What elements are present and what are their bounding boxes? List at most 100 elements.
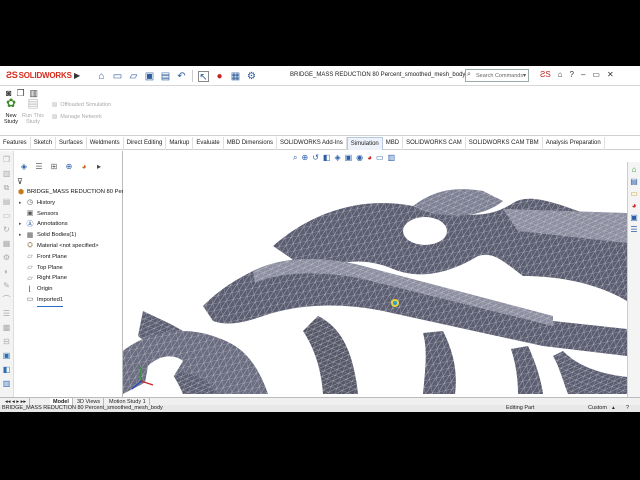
tree-item-front-plane[interactable]: ▱ Front Plane <box>16 252 122 263</box>
link-icon[interactable]: ⧉ <box>2 183 12 193</box>
custom-properties-icon[interactable]: ☰ <box>630 225 639 234</box>
save-icon[interactable]: ▣ <box>144 71 155 82</box>
appearances-icon[interactable]: ▣ <box>630 213 639 222</box>
zoom-fit-icon[interactable]: ⌕ <box>293 153 297 163</box>
solidworks-resources-icon[interactable]: ⌂ <box>630 165 639 174</box>
tree-item-solid-bodies[interactable]: ▸ ▦ Solid Bodies(1) <box>16 230 122 241</box>
more-tabs-icon[interactable]: ▸ <box>94 162 104 172</box>
run-study-button[interactable]: ▤ Run This Study <box>22 97 44 125</box>
options-icon[interactable]: ⚙ <box>246 71 257 82</box>
home-icon[interactable]: ⌂ <box>96 71 107 82</box>
render-icon[interactable]: ◐ <box>2 267 12 277</box>
chevron-down-icon[interactable]: ▾ <box>523 72 526 79</box>
tab-solidworks-cam[interactable]: SOLIDWORKS CAM <box>403 137 466 150</box>
menu-expand-arrow-icon[interactable]: ▶ <box>74 71 80 80</box>
tab-solidworks-add-ins[interactable]: SOLIDWORKS Add-Ins <box>277 137 347 150</box>
tab-markup[interactable]: Markup <box>166 137 194 150</box>
note-icon[interactable]: ☰ <box>2 309 12 319</box>
tab-mbd[interactable]: MBD <box>383 137 404 150</box>
expand-arrow-icon[interactable]: ▸ <box>19 198 22 209</box>
filter-icon[interactable]: ⊽ <box>17 177 23 186</box>
tree-item-sensors[interactable]: ▣ Sensors <box>16 209 122 220</box>
expand-arrow-icon[interactable]: ▸ <box>19 230 22 241</box>
view-settings-icon[interactable]: ▥ <box>388 153 396 163</box>
new-study-button[interactable]: ✿ New Study <box>2 97 20 125</box>
design-library-icon[interactable]: ▤ <box>630 177 639 186</box>
display-manager-tab-icon[interactable]: ◕ <box>79 162 89 172</box>
property-manager-tab-icon[interactable]: ☰ <box>34 162 44 172</box>
minimize-icon[interactable]: – <box>581 70 585 79</box>
settings-icon[interactable]: ⚙ <box>2 253 12 263</box>
view-palette-icon[interactable]: ◕ <box>630 201 639 210</box>
print-icon[interactable]: ▤ <box>160 71 171 82</box>
search-commands[interactable]: ⌕ Search Commands ▾ <box>465 69 529 82</box>
open-icon[interactable]: ▱ <box>128 71 139 82</box>
display-icon[interactable]: ◧ <box>2 365 12 375</box>
manage-network-button[interactable]: ▧ Manage Network <box>52 114 102 120</box>
config-manager-tab-icon[interactable]: ⊞ <box>49 162 59 172</box>
tree-root[interactable]: ⬢ BRIDGE_MASS REDUCTION 80 Percent <box>16 187 135 198</box>
tab-sketch[interactable]: Sketch <box>31 137 57 150</box>
tree-item-annotations[interactable]: ▸ Ⓐ Annotations <box>16 219 122 230</box>
tab-mbd-dimensions[interactable]: MBD Dimensions <box>224 137 278 150</box>
section-view-icon[interactable]: ◧ <box>323 153 331 163</box>
copy-icon[interactable]: ❐ <box>16 88 24 99</box>
expand-arrow-icon[interactable]: ▸ <box>19 219 22 230</box>
feature-tree-tab-icon[interactable]: ◈ <box>19 162 29 172</box>
tab-evaluate[interactable]: Evaluate <box>193 137 224 150</box>
tools-icon[interactable]: ✎ <box>2 281 12 291</box>
pick-highlight-marker[interactable] <box>391 299 399 307</box>
mesh-model-view[interactable] <box>123 151 627 394</box>
tree-item-imported1[interactable]: ▭ Imported1 <box>16 295 122 307</box>
ds-help-icon[interactable]: ƧS <box>540 70 551 79</box>
solidworks-logo[interactable]: ƧSSOLIDWORKS <box>6 70 72 80</box>
copy-icon[interactable]: ❐ <box>2 155 12 165</box>
tab-direct-editing[interactable]: Direct Editing <box>124 137 167 150</box>
view-orientation-icon[interactable]: ◈ <box>334 153 340 163</box>
restore-icon[interactable]: ▭ <box>592 70 600 79</box>
previous-view-icon[interactable]: ↺ <box>312 153 319 163</box>
tab-weldments[interactable]: Weldments <box>87 137 124 150</box>
close-icon[interactable]: ✕ <box>607 70 614 79</box>
help-status-icon[interactable]: ? <box>626 405 629 412</box>
shaded-view-icon[interactable]: ▣ <box>2 351 12 361</box>
tree-item-history[interactable]: ▸ ◷ History <box>16 198 122 209</box>
select-icon[interactable]: ↖ <box>198 70 209 83</box>
hide-show-icon[interactable]: ◉ <box>356 153 363 163</box>
status-editing: Editing Part <box>506 405 535 411</box>
section-icon[interactable]: ▥ <box>2 379 12 389</box>
help-icon[interactable]: ? <box>570 70 574 79</box>
dim-xpert-tab-icon[interactable]: ⊕ <box>64 162 74 172</box>
layers-icon[interactable]: ▤ <box>2 197 12 207</box>
display-style-icon[interactable]: ▣ <box>345 153 353 163</box>
tree-item-material[interactable]: ⛭ Material <not specified> <box>16 241 122 252</box>
sketch-icon[interactable]: ⌒ <box>2 295 12 305</box>
rebuild-icon[interactable]: ● <box>214 71 225 82</box>
paste-icon[interactable]: ▥ <box>2 169 12 179</box>
undo-icon[interactable]: ↶ <box>176 71 187 82</box>
tab-features[interactable]: Features <box>0 137 31 150</box>
graphics-area[interactable]: ⌕ ⊕ ↺ ◧ ◈ ▣ ◉ ◕ ▭ ▥ <box>123 151 627 394</box>
tab-analysis-preparation[interactable]: Analysis Preparation <box>543 137 605 150</box>
scene-icon[interactable]: ▭ <box>376 153 384 163</box>
tree-item-origin[interactable]: ⌊ Origin <box>16 284 122 295</box>
grid-icon[interactable]: ▩ <box>2 323 12 333</box>
doc-icon[interactable]: ▭ <box>2 211 12 221</box>
units-chevron-icon[interactable]: ▴ <box>612 405 615 412</box>
offloaded-simulation-button[interactable]: ▨ Offloaded Simulation <box>52 102 111 108</box>
zoom-area-icon[interactable]: ⊕ <box>301 153 308 163</box>
tree-item-right-plane[interactable]: ▱ Right Plane <box>16 273 122 284</box>
properties-icon[interactable]: ▦ <box>2 239 12 249</box>
user-icon[interactable]: ⌂ <box>558 70 563 79</box>
tab-solidworks-cam-tbm[interactable]: SOLIDWORKS CAM TBM <box>466 137 543 150</box>
file-properties-icon[interactable]: ▦ <box>230 71 241 82</box>
appearance-icon[interactable]: ◕ <box>367 153 372 163</box>
measure-icon[interactable]: ⊟ <box>2 337 12 347</box>
tab-simulation[interactable]: Simulation <box>346 137 383 150</box>
history-icon[interactable]: ↻ <box>2 225 12 235</box>
status-units[interactable]: Custom <box>588 405 607 412</box>
file-explorer-icon[interactable]: ▭ <box>630 189 639 198</box>
tree-item-top-plane[interactable]: ▱ Top Plane <box>16 263 122 274</box>
tab-surfaces[interactable]: Surfaces <box>56 137 87 150</box>
new-doc-icon[interactable]: ▭ <box>112 71 123 82</box>
